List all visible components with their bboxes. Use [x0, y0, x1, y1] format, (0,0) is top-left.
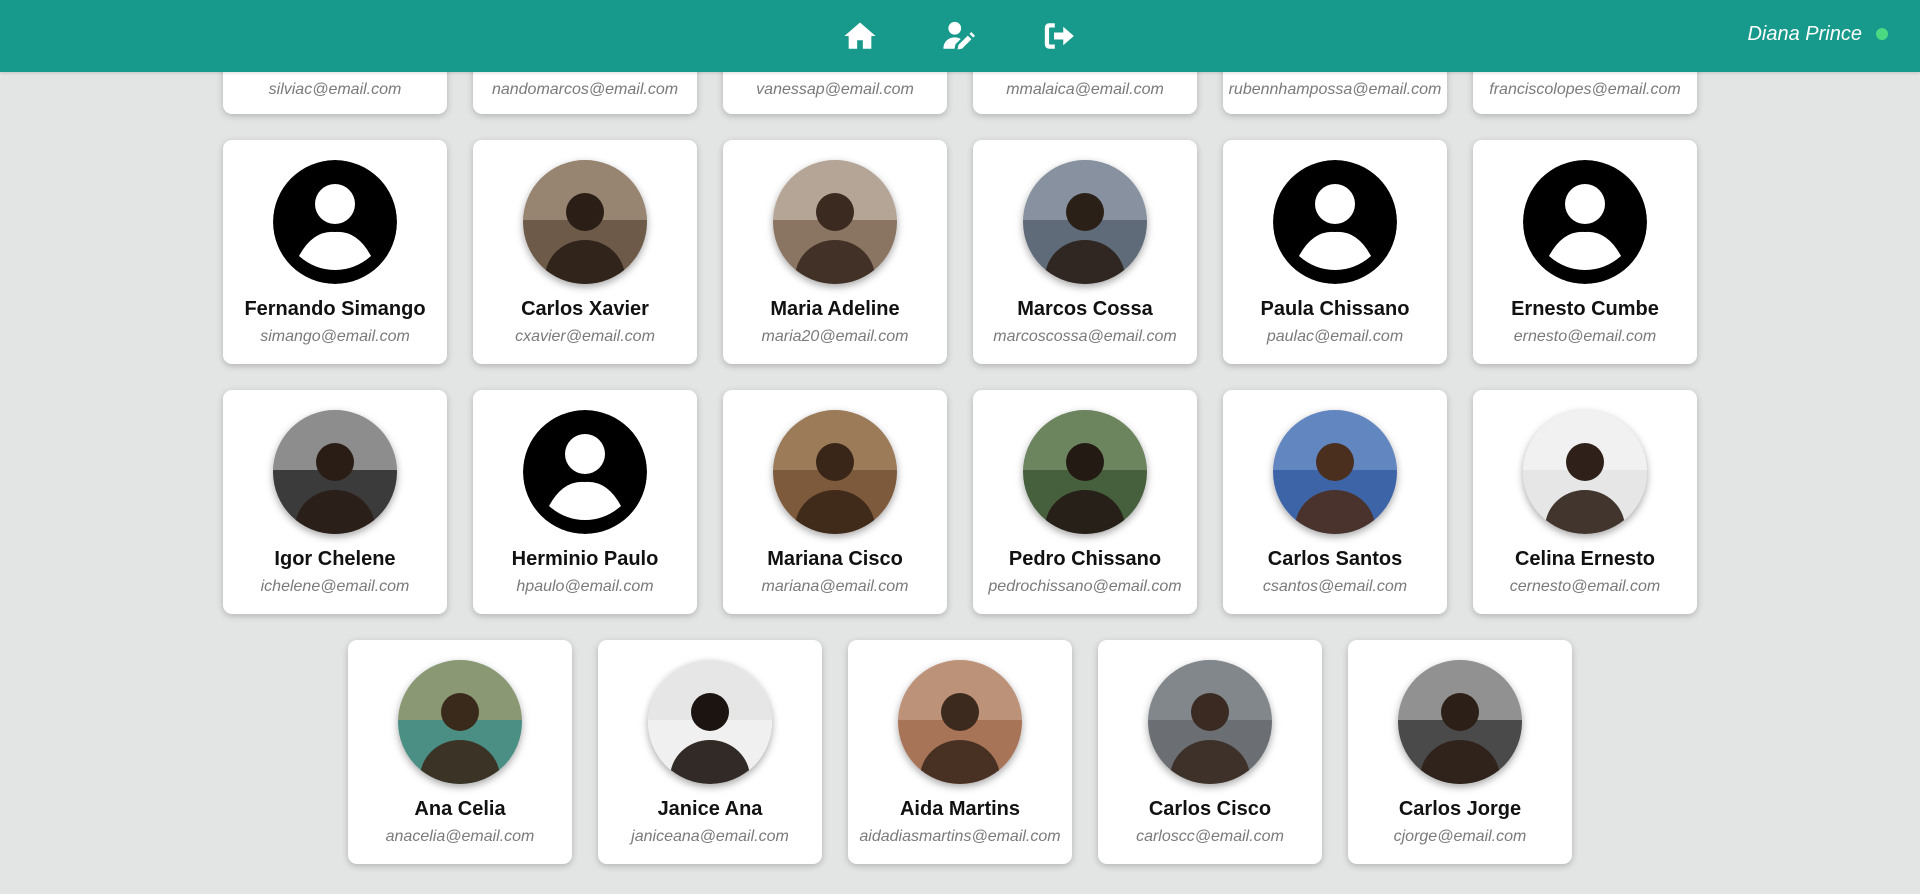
- user-email: paulac@email.com: [1266, 328, 1404, 345]
- user-photo: [773, 410, 897, 534]
- user-name: Carlos Xavier: [521, 298, 649, 320]
- user-card[interactable]: Fernando Simango simango@email.com: [223, 140, 447, 364]
- user-email: cxavier@email.com: [515, 328, 655, 345]
- user-photo: [1023, 160, 1147, 284]
- user-email: hpaulo@email.com: [516, 578, 654, 595]
- default-user-icon: [1523, 160, 1647, 284]
- default-user-icon: [1273, 160, 1397, 284]
- user-card[interactable]: Mariana Cisco mariana@email.com: [723, 390, 947, 614]
- user-photo: [1398, 660, 1522, 784]
- user-card[interactable]: Igor Chelene ichelene@email.com: [223, 390, 447, 614]
- user-photo: [1273, 410, 1397, 534]
- user-name: Marcos Cossa: [1017, 298, 1153, 320]
- home-icon[interactable]: [842, 18, 878, 54]
- user-photo: [523, 160, 647, 284]
- user-email: janiceana@email.com: [631, 828, 789, 845]
- user-email: csantos@email.com: [1262, 578, 1408, 595]
- user-card[interactable]: Marcos Cossa marcoscossa@email.com: [973, 140, 1197, 364]
- user-card[interactable]: Pedro Chissano pedrochissano@email.com: [973, 390, 1197, 614]
- user-photo: [1523, 410, 1647, 534]
- user-email: mmalaica@email.com: [1006, 81, 1164, 98]
- user-email: mariana@email.com: [761, 578, 909, 595]
- user-name: Aida Martins: [899, 798, 1021, 820]
- online-status-icon: [1876, 28, 1888, 40]
- user-name: Carlos Santos: [1267, 548, 1403, 570]
- user-card[interactable]: Janice Ana janiceana@email.com: [598, 640, 822, 864]
- user-name: Janice Ana: [657, 798, 763, 820]
- user-photo: [273, 410, 397, 534]
- user-name: Ana Celia: [414, 798, 506, 820]
- user-email: aidadiasmartins@email.com: [859, 828, 1061, 845]
- user-email: carloscc@email.com: [1136, 828, 1284, 845]
- user-photo: [398, 660, 522, 784]
- user-card[interactable]: Ernesto Cumbe ernesto@email.com: [1473, 140, 1697, 364]
- user-email: pedrochissano@email.com: [988, 578, 1182, 595]
- user-name: Igor Chelene: [274, 548, 396, 570]
- user-card[interactable]: Herminio Paulo hpaulo@email.com: [473, 390, 697, 614]
- user-card[interactable]: Carlos Xavier cxavier@email.com: [473, 140, 697, 364]
- user-card[interactable]: Carlos Jorge cjorge@email.com: [1348, 640, 1572, 864]
- current-user-name[interactable]: Diana Prince: [1747, 23, 1862, 46]
- user-card[interactable]: Maria Adeline maria20@email.com: [723, 140, 947, 364]
- user-card[interactable]: Celina Ernesto cernesto@email.com: [1473, 390, 1697, 614]
- user-email: marcoscossa@email.com: [993, 328, 1177, 345]
- user-name: Paula Chissano: [1260, 298, 1410, 320]
- user-name: Celina Ernesto: [1514, 548, 1656, 570]
- user-card[interactable]: Aida Martins aidadiasmartins@email.com: [848, 640, 1072, 864]
- user-name: Carlos Jorge: [1398, 798, 1522, 820]
- user-email: cernesto@email.com: [1509, 578, 1661, 595]
- user-email: vanessap@email.com: [756, 81, 914, 98]
- user-photo: [648, 660, 772, 784]
- user-photo: [898, 660, 1022, 784]
- user-email: ichelene@email.com: [260, 578, 410, 595]
- user-name: Carlos Cisco: [1148, 798, 1272, 820]
- user-photo: [773, 160, 897, 284]
- default-user-icon: [273, 160, 397, 284]
- user-card[interactable]: Ana Celia anacelia@email.com: [348, 640, 572, 864]
- edit-user-icon[interactable]: [941, 18, 977, 54]
- user-card[interactable]: Carlos Cisco carloscc@email.com: [1098, 640, 1322, 864]
- user-email: anacelia@email.com: [385, 828, 535, 845]
- user-name: Fernando Simango: [244, 298, 426, 320]
- user-email: rubennhampossa@email.com: [1228, 81, 1442, 98]
- user-photo: [1148, 660, 1272, 784]
- user-name: Mariana Cisco: [767, 548, 903, 570]
- user-name: Herminio Paulo: [511, 548, 659, 570]
- user-card[interactable]: Paula Chissano paulac@email.com: [1223, 140, 1447, 364]
- sign-out-icon[interactable]: [1041, 18, 1077, 54]
- top-navigation-bar: Diana Prince: [0, 0, 1920, 72]
- user-email: silviac@email.com: [268, 81, 402, 98]
- user-photo: [1023, 410, 1147, 534]
- user-email: simango@email.com: [260, 328, 410, 345]
- user-email: nandomarcos@email.com: [491, 81, 679, 98]
- user-name: Pedro Chissano: [1008, 548, 1162, 570]
- user-card-grid: silviac@email.com nandomarcos@email.com …: [0, 0, 1920, 894]
- user-email: cjorge@email.com: [1393, 828, 1527, 845]
- user-email: ernesto@email.com: [1513, 328, 1657, 345]
- user-card[interactable]: Carlos Santos csantos@email.com: [1223, 390, 1447, 614]
- user-name: Ernesto Cumbe: [1511, 298, 1659, 320]
- default-user-icon: [523, 410, 647, 534]
- user-email: franciscolopes@email.com: [1489, 81, 1681, 98]
- user-email: maria20@email.com: [761, 328, 909, 345]
- user-name: Maria Adeline: [770, 298, 900, 320]
